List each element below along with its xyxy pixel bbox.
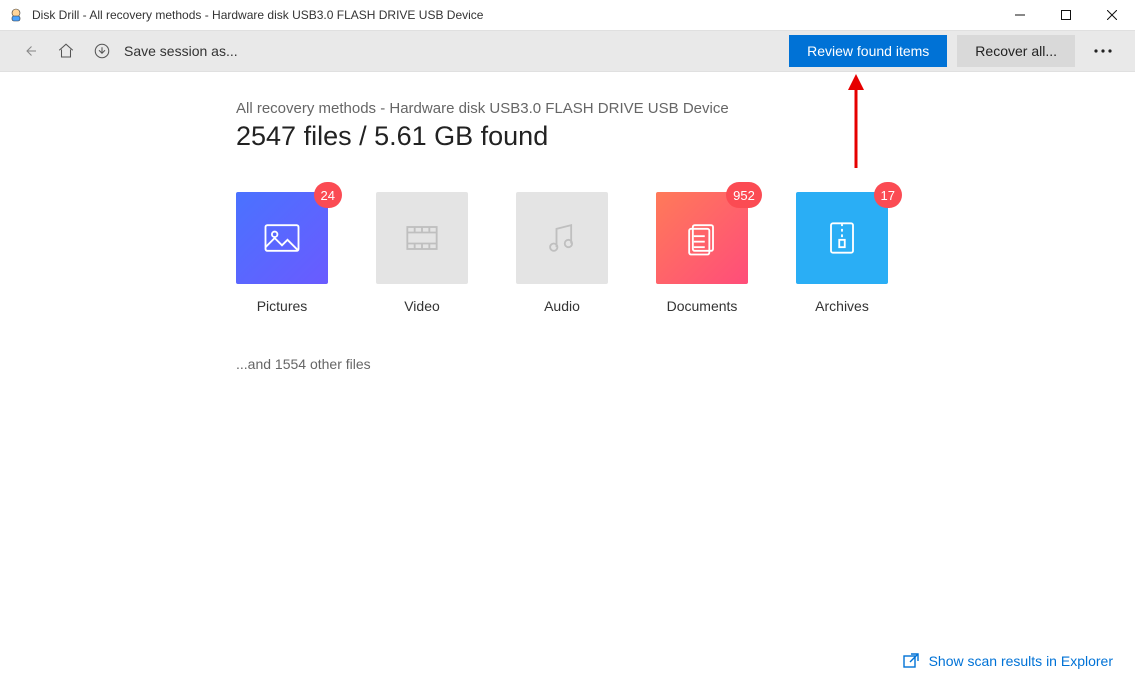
review-found-items-button[interactable]: Review found items — [789, 35, 947, 67]
category-video[interactable]: Video — [376, 192, 468, 314]
maximize-button[interactable] — [1043, 0, 1089, 30]
archives-icon — [820, 216, 864, 260]
home-button[interactable] — [48, 33, 84, 69]
pictures-label: Pictures — [257, 298, 308, 314]
audio-tile — [516, 192, 608, 284]
category-documents[interactable]: 952 Documents — [656, 192, 748, 314]
main-content: All recovery methods - Hardware disk USB… — [0, 72, 1135, 372]
show-in-explorer-label: Show scan results in Explorer — [929, 653, 1113, 669]
pictures-badge: 24 — [314, 182, 342, 208]
titlebar: Disk Drill - All recovery methods - Hard… — [0, 0, 1135, 30]
audio-label: Audio — [544, 298, 580, 314]
documents-label: Documents — [667, 298, 738, 314]
scan-headline: 2547 files / 5.61 GB found — [236, 121, 1095, 152]
show-in-explorer-link[interactable]: Show scan results in Explorer — [903, 653, 1113, 669]
category-row: 24 Pictures Video Audio 952 Documents — [236, 192, 1095, 314]
toolbar: Save session as... Review found items Re… — [0, 30, 1135, 72]
category-archives[interactable]: 17 Archives — [796, 192, 888, 314]
pictures-tile — [236, 192, 328, 284]
documents-badge: 952 — [726, 182, 762, 208]
category-audio[interactable]: Audio — [516, 192, 608, 314]
archives-badge: 17 — [874, 182, 902, 208]
window-controls — [997, 0, 1135, 30]
scan-subtitle: All recovery methods - Hardware disk USB… — [236, 100, 1095, 117]
window-title: Disk Drill - All recovery methods - Hard… — [32, 8, 997, 22]
more-menu-button[interactable] — [1083, 35, 1123, 67]
open-external-icon — [903, 653, 919, 669]
annotation-arrow-icon — [846, 74, 866, 170]
minimize-button[interactable] — [997, 0, 1043, 30]
save-session-label[interactable]: Save session as... — [124, 43, 238, 59]
archives-label: Archives — [815, 298, 869, 314]
save-session-icon[interactable] — [84, 33, 120, 69]
category-pictures[interactable]: 24 Pictures — [236, 192, 328, 314]
audio-icon — [540, 216, 584, 260]
video-tile — [376, 192, 468, 284]
recover-all-button[interactable]: Recover all... — [957, 35, 1075, 67]
other-files-text: ...and 1554 other files — [236, 356, 1095, 372]
close-button[interactable] — [1089, 0, 1135, 30]
pictures-icon — [260, 216, 304, 260]
app-icon — [8, 7, 24, 23]
video-label: Video — [404, 298, 440, 314]
video-icon — [400, 216, 444, 260]
documents-icon — [680, 216, 724, 260]
back-button[interactable] — [12, 33, 48, 69]
archives-tile — [796, 192, 888, 284]
